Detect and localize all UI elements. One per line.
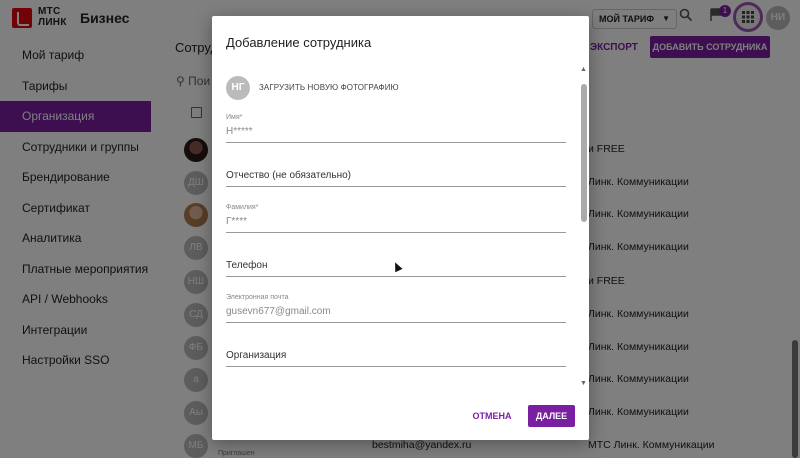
employee-avatar: НГ [226,76,250,100]
scroll-down-arrow-icon[interactable]: ▼ [580,380,587,387]
organization-field[interactable]: Организация [226,348,566,367]
dialog-body: НГ ЗАГРУЗИТЬ НОВУЮ ФОТОГРАФИЮ Имя* Н****… [212,70,589,390]
upload-photo-button[interactable]: ЗАГРУЗИТЬ НОВУЮ ФОТОГРАФИЮ [259,83,399,92]
dialog-scrollbar-thumb[interactable] [581,84,587,222]
last-name-field[interactable]: Фамилия* Г**** [226,204,566,233]
first-name-field[interactable]: Имя* Н***** [226,114,566,143]
patronymic-field[interactable]: Отчество (не обязательно) [226,168,566,187]
dialog-title: Добавление сотрудника [226,35,372,50]
email-field[interactable]: Электронная почта gusevn677@gmail.com [226,294,566,323]
scroll-up-arrow-icon[interactable]: ▲ [580,66,587,73]
cancel-button[interactable]: ОТМЕНА [466,405,518,427]
next-button[interactable]: ДАЛЕЕ [528,405,575,427]
add-employee-dialog: Добавление сотрудника НГ ЗАГРУЗИТЬ НОВУЮ… [212,16,589,440]
